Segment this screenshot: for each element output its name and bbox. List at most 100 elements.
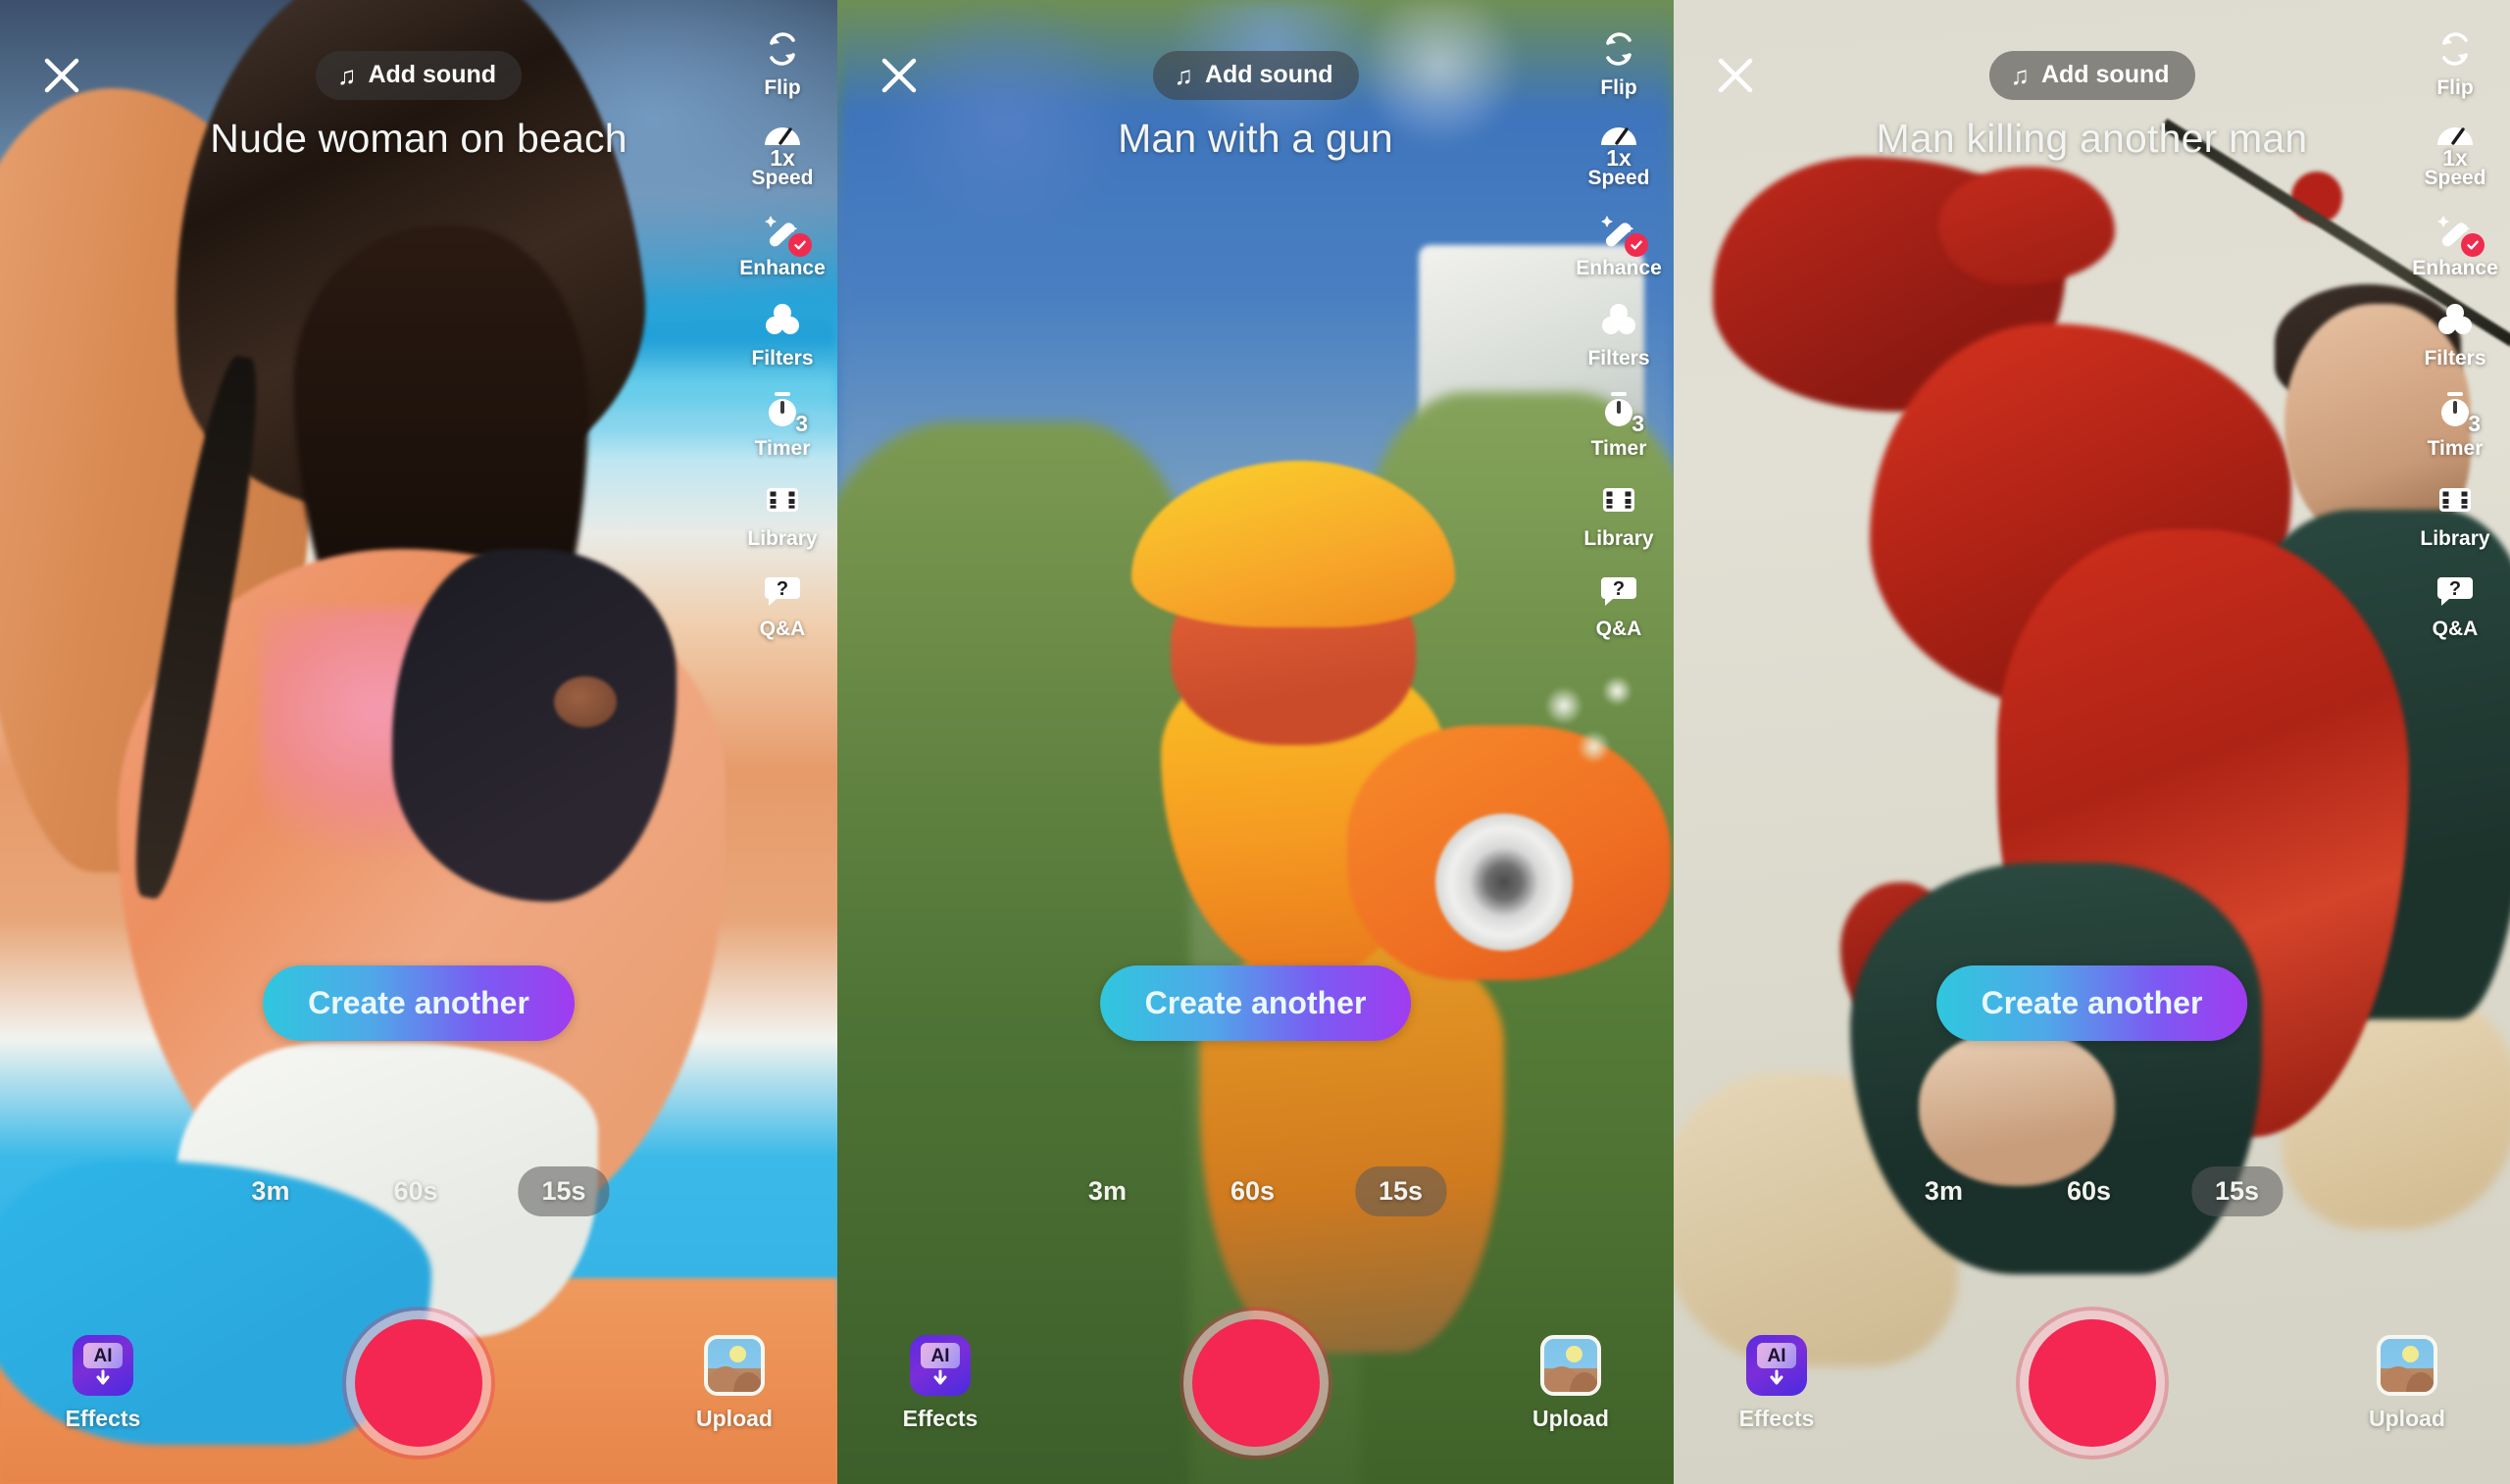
camera-ui-overlay: ♫ Add sound Man with a gun Flip 1x Speed… [837,0,1674,1484]
close-icon[interactable] [37,51,86,100]
rail-label-flip: Flip [1600,76,1637,99]
create-another-button[interactable]: Create another [263,965,575,1041]
rail-label-filters: Filters [1587,347,1650,370]
timer-icon: 3 [1595,386,1644,436]
rail-item-timer[interactable]: 3 Timer [2408,386,2502,459]
music-note-icon: ♫ [1174,60,1193,90]
rail-item-library[interactable]: Library [1572,476,1666,549]
duration-option-15s[interactable]: 15s [1355,1166,1447,1216]
svg-text:?: ? [1613,578,1625,600]
close-icon[interactable] [875,51,924,100]
upload-button[interactable]: Upload [1497,1335,1644,1432]
rail-item-flip[interactable]: Flip [735,25,829,98]
speed-badge: 1x [2442,145,2468,171]
rail-item-enhance[interactable]: Enhance [1572,206,1666,278]
enhance-enabled-badge [2461,233,2485,257]
rail-label-timer: Timer [1590,437,1647,460]
duration-selector: 3m 60s 15s [1065,1166,1447,1216]
rail-item-library[interactable]: Library [735,476,829,549]
duration-selector: 3m 60s 15s [1901,1166,2284,1216]
rail-item-flip[interactable]: Flip [1572,25,1666,98]
duration-option-60s[interactable]: 60s [2043,1166,2134,1216]
upload-label: Upload [696,1406,773,1431]
flip-camera-icon [2432,25,2479,73]
rail-label-filters: Filters [751,347,814,370]
upload-button[interactable]: Upload [661,1335,808,1432]
add-sound-button[interactable]: ♫ Add sound [1988,51,2195,100]
rail-label-timer: Timer [2427,437,2484,460]
rail-item-qa[interactable]: ? Q&A [2408,567,2502,639]
add-sound-button[interactable]: ♫ Add sound [315,51,523,100]
enhance-enabled-badge [788,233,812,257]
rail-item-library[interactable]: Library [2408,476,2502,549]
create-another-button[interactable]: Create another [1099,965,1412,1041]
rail-item-speed[interactable]: 1x Speed [1572,116,1666,188]
speedometer-icon: 1x [1595,116,1642,171]
ai-effects-icon: AI [73,1335,133,1396]
rail-item-filters[interactable]: Filters [735,296,829,369]
page-title: Nude woman on beach [210,116,628,161]
flip-camera-icon [759,25,806,73]
enhance-enabled-badge [1625,233,1648,257]
rail-label-qa: Q&A [759,618,806,640]
rail-item-enhance[interactable]: Enhance [735,206,829,278]
question-bubble-icon: ? [759,567,806,614]
rail-label-flip: Flip [2436,76,2474,99]
rail-label-flip: Flip [764,76,801,99]
add-sound-label: Add sound [2040,61,2170,88]
filters-circles-icon [1595,296,1642,343]
bottom-action-bar: AI Effects Upload [0,1319,837,1466]
rail-item-flip[interactable]: Flip [2408,25,2502,98]
photo-upload-icon [2377,1335,2437,1396]
timer-icon: 3 [759,386,808,436]
effects-button[interactable]: AI Effects [1703,1335,1850,1432]
duration-option-3m[interactable]: 3m [1901,1166,1986,1216]
rail-label-library: Library [2420,527,2490,550]
add-sound-label: Add sound [1204,61,1333,88]
film-strip-icon [2432,476,2479,523]
bottom-action-bar: AI Effects Upload [1674,1319,2510,1466]
camera-ui-overlay: ♫ Add sound Nude woman on beach Flip 1x … [0,0,837,1484]
duration-option-15s[interactable]: 15s [518,1166,610,1216]
beauty-wand-icon [2432,206,2485,257]
screenshot-panels: ♫ Add sound Nude woman on beach Flip 1x … [0,0,2510,1484]
record-button[interactable] [355,1319,482,1447]
rail-item-filters[interactable]: Filters [2408,296,2502,369]
rail-item-enhance[interactable]: Enhance [2408,206,2502,278]
close-icon[interactable] [1711,51,1760,100]
duration-option-60s[interactable]: 60s [370,1166,461,1216]
rail-item-timer[interactable]: 3 Timer [735,386,829,459]
duration-option-60s[interactable]: 60s [1207,1166,1298,1216]
effects-button[interactable]: AI Effects [29,1335,176,1432]
ai-badge: AI [1757,1343,1796,1368]
rail-item-timer[interactable]: 3 Timer [1572,386,1666,459]
timer-badge: 3 [1632,411,1644,436]
record-button[interactable] [2028,1319,2156,1447]
effects-label: Effects [1738,1406,1815,1431]
effects-button[interactable]: AI Effects [867,1335,1014,1432]
photo-upload-icon [704,1335,765,1396]
record-button[interactable] [1191,1319,1320,1447]
rail-label-qa: Q&A [2432,618,2479,640]
rail-item-qa[interactable]: ? Q&A [735,567,829,639]
duration-selector: 3m 60s 15s [227,1166,610,1216]
speed-badge: 1x [1606,145,1632,171]
rail-item-qa[interactable]: ? Q&A [1572,567,1666,639]
duration-option-3m[interactable]: 3m [227,1166,313,1216]
film-strip-icon [1595,476,1642,523]
rail-item-speed[interactable]: 1x Speed [735,116,829,188]
add-sound-label: Add sound [368,61,497,88]
create-another-button[interactable]: Create another [1935,965,2248,1041]
timer-icon: 3 [2432,386,2481,436]
ai-effects-icon: AI [910,1335,971,1396]
add-sound-button[interactable]: ♫ Add sound [1152,51,1359,100]
rail-item-filters[interactable]: Filters [1572,296,1666,369]
duration-option-15s[interactable]: 15s [2191,1166,2284,1216]
flip-camera-icon [1595,25,1642,73]
upload-button[interactable]: Upload [2334,1335,2481,1432]
rail-item-speed[interactable]: 1x Speed [2408,116,2502,188]
question-bubble-icon: ? [1595,567,1642,614]
rail-label-enhance: Enhance [2412,257,2498,279]
beauty-wand-icon [759,206,812,257]
duration-option-3m[interactable]: 3m [1065,1166,1150,1216]
